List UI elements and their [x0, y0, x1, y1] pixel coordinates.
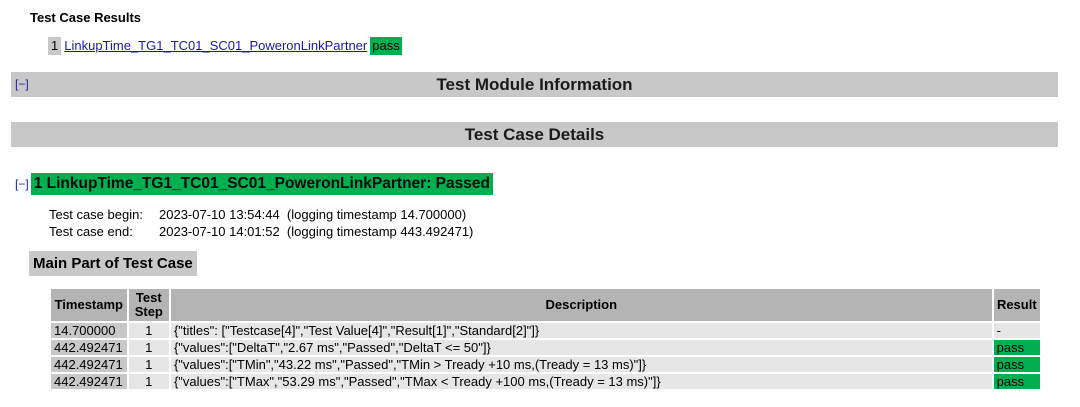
- main-part-heading: Main Part of Test Case: [29, 251, 197, 276]
- end-value: 2023-07-10 14:01:52 (logging timestamp 4…: [159, 224, 474, 239]
- cell-timestamp: 442.492471: [51, 374, 127, 389]
- header-result: Result: [993, 289, 1040, 321]
- cell-step: 1: [128, 374, 169, 389]
- test-case-link[interactable]: LinkupTime_TG1_TC01_SC01_PoweronLinkPart…: [61, 37, 370, 55]
- test-case-begin-line: Test case begin: 2023-07-10 13:54:44 (log…: [49, 207, 466, 223]
- test-case-title: 1 LinkupTime_TG1_TC01_SC01_PoweronLinkPa…: [30, 173, 493, 195]
- cell-timestamp: 442.492471: [51, 340, 127, 355]
- header-timestamp: Timestamp: [51, 289, 127, 321]
- cell-result: pass: [993, 374, 1040, 389]
- table-row: 14.700000 1 {"titles": ["Testcase[4]","T…: [51, 323, 1040, 338]
- table-row: 442.492471 1 {"values":["TMax","53.29 ms…: [51, 374, 1040, 389]
- table-row: 442.492471 1 {"values":["TMin","43.22 ms…: [51, 357, 1040, 372]
- header-test-step: Test Step: [128, 289, 169, 321]
- test-module-information-heading: Test Module Information: [436, 75, 633, 94]
- cell-description: {"values":["TMax","53.29 ms","Passed","T…: [170, 374, 992, 389]
- header-step-line-1: Test: [135, 290, 162, 305]
- cell-result: -: [993, 323, 1040, 338]
- test-case-details-bar: Test Case Details: [11, 122, 1058, 147]
- begin-value: 2023-07-10 13:54:44 (logging timestamp 1…: [159, 207, 467, 222]
- cell-result: pass: [993, 340, 1040, 355]
- cell-description: {"values":["TMin","43.22 ms","Passed","T…: [170, 357, 992, 372]
- result-status-badge: pass: [370, 37, 402, 55]
- result-summary-row: 1 LinkupTime_TG1_TC01_SC01_PoweronLinkPa…: [48, 37, 402, 55]
- cell-result: pass: [993, 357, 1040, 372]
- test-case-results-title: Test Case Results: [30, 10, 142, 25]
- begin-label: Test case begin:: [49, 207, 143, 222]
- end-label: Test case end:: [49, 224, 133, 239]
- cell-timestamp: 442.492471: [51, 357, 127, 372]
- result-number: 1: [48, 37, 62, 55]
- header-step-line-2: Step: [134, 304, 163, 319]
- cell-step: 1: [128, 340, 169, 355]
- cell-step: 1: [128, 323, 169, 338]
- test-case-details-heading: Test Case Details: [464, 125, 605, 144]
- cell-description: {"titles": ["Testcase[4]","Test Value[4]…: [170, 323, 992, 338]
- test-module-information-bar: [−] Test Module Information: [11, 72, 1058, 97]
- test-steps-table: Timestamp Test Step Description Result 14…: [49, 287, 1042, 391]
- cell-timestamp: 14.700000: [51, 323, 127, 338]
- test-case-end-line: Test case end: 2023-07-10 14:01:52 (loggi…: [49, 224, 473, 240]
- table-row: 442.492471 1 {"values":["DeltaT","2.67 m…: [51, 340, 1040, 355]
- header-description: Description: [170, 289, 992, 321]
- test-case-header: [−] 1 LinkupTime_TG1_TC01_SC01_PoweronLi…: [15, 173, 493, 195]
- cell-description: {"values":["DeltaT","2.67 ms","Passed","…: [170, 340, 992, 355]
- collapse-toggle-test-case[interactable]: [−]: [15, 177, 29, 191]
- table-header-row: Timestamp Test Step Description Result: [51, 289, 1040, 321]
- cell-step: 1: [128, 357, 169, 372]
